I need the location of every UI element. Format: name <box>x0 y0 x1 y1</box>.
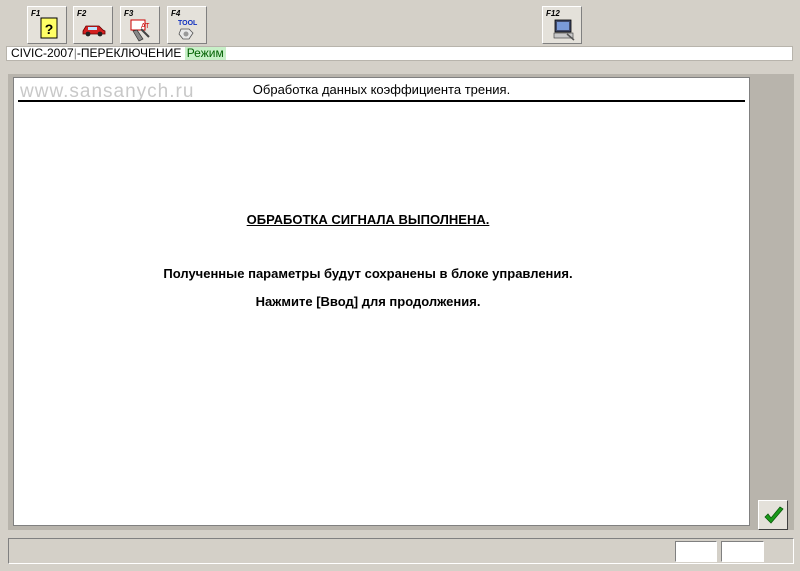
f4-tool-button[interactable]: F4 TOOL <box>167 6 207 44</box>
result-heading: ОБРАБОТКА СИГНАЛА ВЫПОЛНЕНА. <box>246 212 490 227</box>
f1-label: F1 <box>31 9 41 18</box>
toolbar: F1 ? F2 F3 AT F4 TOOL F12 <box>0 0 800 46</box>
car-icon <box>82 25 106 37</box>
title-divider <box>18 100 745 102</box>
f3-diagnostics-button[interactable]: F3 AT <box>120 6 160 44</box>
status-field-2 <box>721 541 764 562</box>
f12-label: F12 <box>546 9 560 18</box>
panel-title: Обработка данных коэффициента трения. <box>252 82 511 97</box>
f2-vehicle-button[interactable]: F2 <box>73 6 113 44</box>
continue-instruction: Нажмите [Ввод] для продолжения. <box>255 294 481 309</box>
help-icon: ? <box>40 17 58 39</box>
computer-icon <box>553 19 575 41</box>
f12-computer-button[interactable]: F12 <box>542 6 582 44</box>
f3-icon-text: AT <box>141 23 150 30</box>
ok-button[interactable] <box>758 500 788 530</box>
f1-help-button[interactable]: F1 ? <box>27 6 67 44</box>
f2-label: F2 <box>77 9 87 18</box>
tool-icon: TOOL <box>178 20 198 40</box>
status-mode: -ПЕРЕКЛЮЧЕНИЕ <box>76 46 182 60</box>
svg-text:?: ? <box>45 21 54 37</box>
result-message: Полученные параметры будут сохранены в б… <box>163 266 573 281</box>
f4-icon-text: TOOL <box>178 20 198 27</box>
vehicle-model: CIVIC-2007 <box>11 46 74 60</box>
status-state: Режим <box>184 46 226 60</box>
status-field-1 <box>675 541 717 562</box>
status-line: CIVIC-2007|-ПЕРЕКЛЮЧЕНИЕ Режим <box>6 46 793 61</box>
checkmark-icon <box>764 506 784 524</box>
diagnostics-icon: AT <box>130 19 150 42</box>
